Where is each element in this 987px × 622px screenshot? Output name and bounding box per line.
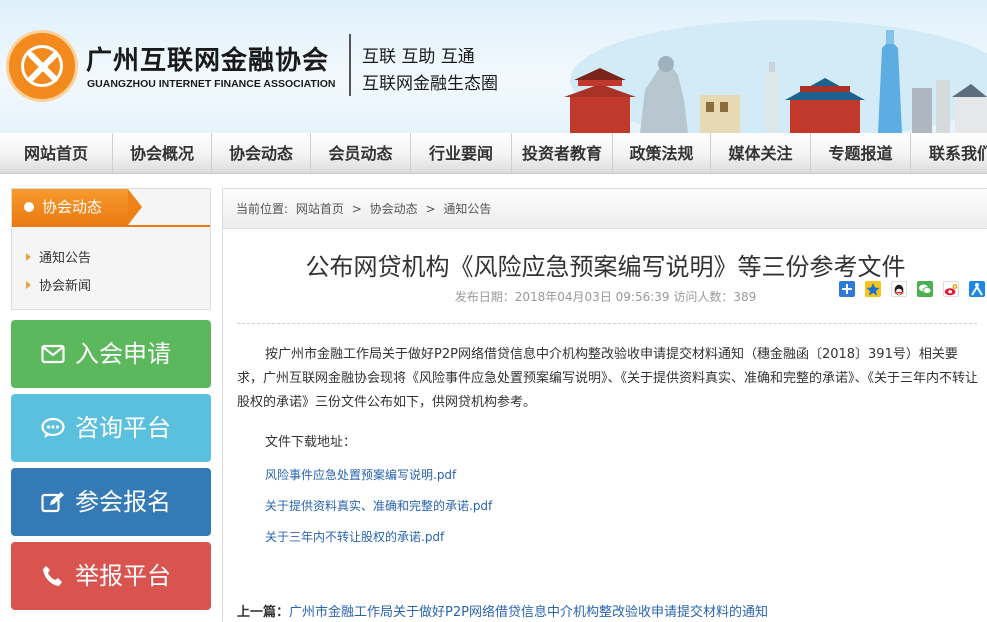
file-link-equity-commitment[interactable]: 关于三年内不转让股权的承诺.pdf	[265, 528, 444, 545]
chat-bubble-icon	[41, 417, 65, 438]
share-plus-icon[interactable]	[839, 281, 855, 297]
nav-item-association-news[interactable]: 协会动态	[212, 133, 310, 173]
weibo-icon[interactable]	[943, 281, 960, 297]
share-toolbar	[839, 281, 987, 299]
breadcrumb-prefix: 当前位置:	[236, 202, 289, 216]
consultation-platform-label: 咨询平台	[75, 414, 171, 442]
nav-item-investor-education[interactable]: 投资者教育	[512, 133, 612, 173]
file-link-authenticity-commitment[interactable]: 关于提供资料真实、准确和完整的承诺.pdf	[265, 497, 492, 514]
org-name-en: GUANGZHOU INTERNET FINANCE ASSOCIATION	[87, 78, 336, 90]
previous-article-link[interactable]: 广州市金融工作局关于做好P2P网络借贷信息中介机构整改验收申请提交材料的通知	[289, 605, 768, 620]
sidebar-section: 协会动态 通知公告 协会新闻	[11, 188, 211, 310]
renren-icon[interactable]	[969, 281, 986, 297]
consultation-platform-button[interactable]: 咨询平台	[11, 394, 211, 462]
previous-article: 上一篇：广州市金融工作局关于做好P2P网络借贷信息中介机构整改验收申请提交材料的…	[237, 601, 768, 620]
nav-item-policy[interactable]: 政策法规	[613, 133, 710, 173]
breadcrumb-item-home[interactable]: 网站首页	[296, 202, 344, 216]
sidebar-item-association-news[interactable]: 协会新闻	[26, 275, 91, 294]
phone-icon	[43, 566, 62, 586]
nav-item-member-news[interactable]: 会员动态	[311, 133, 410, 173]
qzone-icon[interactable]	[865, 281, 882, 297]
bullet-dot-icon	[24, 202, 34, 212]
article-body: 按广州市金融工作局关于做好P2P网络借贷信息中介机构整改验收申请提交材料通知（穗…	[237, 347, 979, 410]
org-name-cn[interactable]: 广州互联网金融协会	[86, 40, 329, 77]
main-nav: 网站首页 协会概况 协会动态 会员动态 行业要闻 投资者教育 政策法规 媒体关注…	[0, 133, 987, 174]
nav-item-media[interactable]: 媒体关注	[711, 133, 810, 173]
wechat-icon[interactable]	[917, 281, 934, 297]
breadcrumb-item-association-news[interactable]: 协会动态	[370, 202, 418, 216]
report-platform-label: 举报平台	[75, 562, 171, 590]
download-label: 文件下载地址：	[265, 435, 357, 450]
membership-application-button[interactable]: 入会申请	[11, 320, 211, 388]
article-panel: 当前位置: 网站首页 > 协会动态 > 通知公告 公布网贷机构《风险应急预案编写…	[222, 188, 987, 622]
nav-item-home[interactable]: 网站首页	[0, 133, 112, 173]
header-divider	[349, 34, 351, 96]
nav-item-about[interactable]: 协会概况	[113, 133, 211, 173]
breadcrumb-separator: >	[351, 202, 362, 216]
edit-icon	[41, 492, 64, 513]
breadcrumb-separator: >	[425, 202, 436, 216]
membership-application-label: 入会申请	[75, 340, 171, 368]
breadcrumb-item-notices[interactable]: 通知公告	[443, 202, 491, 216]
report-platform-button[interactable]: 举报平台	[11, 542, 211, 610]
nav-item-special-reports[interactable]: 专题报道	[811, 133, 910, 173]
triangle-bullet-icon	[26, 281, 31, 289]
breadcrumb: 当前位置: 网站首页 > 协会动态 > 通知公告	[223, 189, 987, 229]
file-link-emergency-plan[interactable]: 风险事件应急处置预案编写说明.pdf	[265, 466, 456, 483]
sidebar-section-tab: 协会动态	[12, 189, 142, 225]
content-divider	[237, 323, 977, 324]
envelope-icon	[41, 344, 65, 364]
event-registration-label: 参会报名	[75, 488, 171, 516]
sidebar-section-title: 协会动态	[42, 198, 103, 216]
slogan-line1: 互联 互助 互通	[362, 47, 475, 67]
article-title: 公布网贷机构《风险应急预案编写说明》等三份参考文件	[305, 253, 906, 281]
association-logo-icon[interactable]	[6, 30, 78, 102]
guangzhou-skyline-illustration	[564, 20, 987, 133]
triangle-bullet-icon	[26, 253, 31, 261]
site-header: 广州互联网金融协会 GUANGZHOU INTERNET FINANCE ASS…	[0, 0, 987, 133]
event-registration-button[interactable]: 参会报名	[11, 468, 211, 536]
slogan-line2: 互联网金融生态圈	[362, 74, 498, 94]
nav-item-contact[interactable]: 联系我们	[911, 133, 987, 173]
nav-item-industry-news[interactable]: 行业要闻	[411, 133, 511, 173]
qq-icon[interactable]	[891, 281, 908, 297]
sidebar-item-notices[interactable]: 通知公告	[26, 247, 91, 266]
previous-article-label: 上一篇：	[237, 605, 290, 620]
